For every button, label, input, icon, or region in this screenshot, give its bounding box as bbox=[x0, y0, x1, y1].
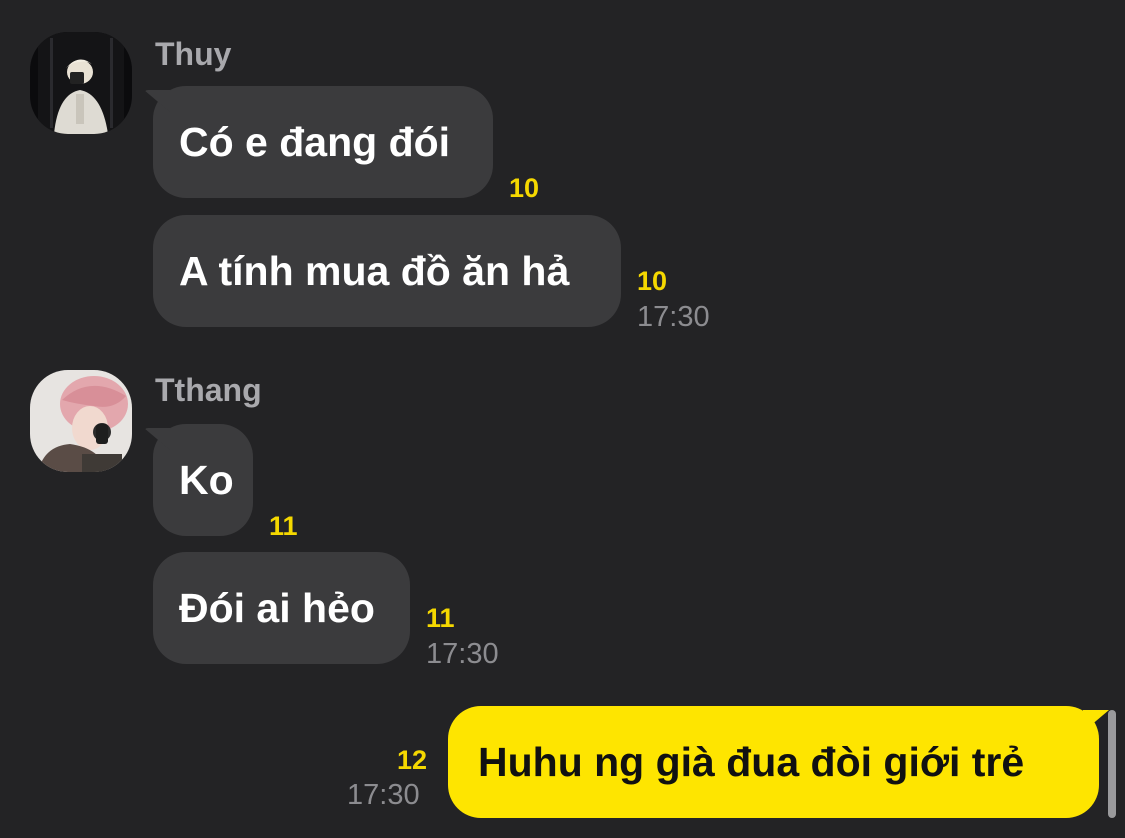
message-text: A tính mua đồ ăn hả bbox=[179, 247, 570, 294]
scrollbar[interactable] bbox=[1108, 710, 1116, 818]
message-text: Đói ai hẻo bbox=[179, 584, 375, 631]
avatar-thuy-icon bbox=[30, 32, 132, 134]
message-timestamp: 17:30 bbox=[426, 638, 499, 670]
unread-count: 12 bbox=[397, 745, 428, 775]
message-text: Huhu ng già đua đòi giới trẻ bbox=[478, 738, 1025, 785]
avatar-thuy[interactable] bbox=[30, 32, 132, 134]
my-message-bubble[interactable]: Huhu ng già đua đòi giới trẻ bbox=[448, 706, 1099, 818]
message-bubble[interactable]: A tính mua đồ ăn hả bbox=[153, 215, 621, 327]
unread-count: 10 bbox=[509, 173, 540, 203]
message-text: Ko bbox=[179, 456, 234, 503]
sender-name: Thuy bbox=[155, 36, 232, 72]
message-bubble[interactable]: Có e đang đói bbox=[153, 86, 493, 198]
sender-name: Tthang bbox=[155, 372, 262, 408]
message-bubble[interactable]: Ko bbox=[153, 424, 253, 536]
unread-count: 10 bbox=[637, 266, 668, 296]
avatar-tthang-icon bbox=[30, 370, 132, 472]
message-timestamp: 17:30 bbox=[347, 779, 420, 811]
unread-count: 11 bbox=[269, 511, 298, 541]
message-timestamp: 17:30 bbox=[637, 301, 710, 333]
message-text: Có e đang đói bbox=[179, 118, 451, 165]
message-bubble[interactable]: Đói ai hẻo bbox=[153, 552, 410, 664]
avatar-tthang[interactable] bbox=[30, 370, 132, 472]
unread-count: 11 bbox=[426, 603, 455, 633]
